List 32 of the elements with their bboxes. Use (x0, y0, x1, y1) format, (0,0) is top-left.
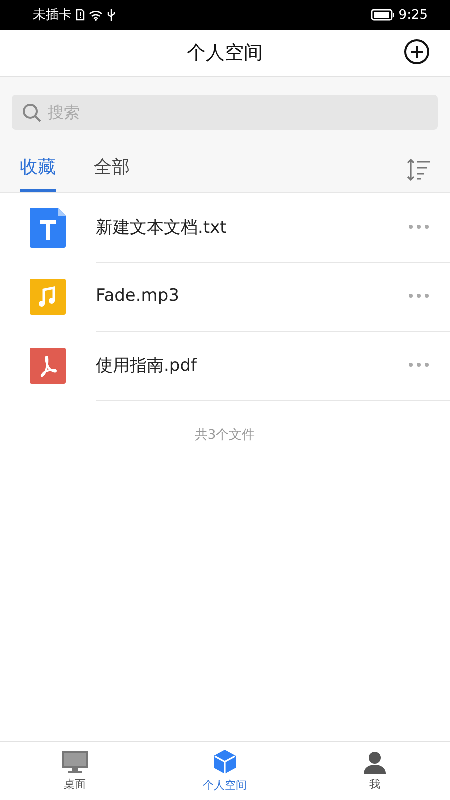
nav-item[interactable]: 桌面 (0, 742, 150, 800)
search-field[interactable]: 搜索 (12, 95, 438, 130)
file-row[interactable]: 使用指南.pdf (0, 331, 450, 400)
battery-icon (370, 9, 395, 21)
person-icon (363, 750, 387, 774)
file-name: 使用指南.pdf (96, 354, 197, 376)
tab[interactable]: 全部 (94, 155, 130, 192)
tab[interactable]: 收藏 (20, 155, 56, 192)
sim-card-icon (76, 9, 85, 21)
file-name: Fade.mp3 (96, 286, 180, 306)
text-file-icon (30, 208, 66, 248)
more-button[interactable] (408, 224, 430, 230)
usb-icon (107, 9, 116, 21)
page-title: 个人空间 (187, 41, 263, 66)
more-button[interactable] (408, 362, 430, 368)
carrier-text: 未插卡 (33, 7, 72, 24)
nav-item[interactable]: 我 (300, 742, 450, 800)
wifi-icon (89, 10, 103, 20)
nav-item[interactable]: 个人空间 (150, 742, 300, 800)
more-button[interactable] (408, 293, 430, 299)
add-button[interactable] (404, 39, 430, 65)
sort-button[interactable] (406, 158, 432, 182)
file-row[interactable]: Fade.mp3 (0, 262, 450, 331)
file-count-text: 共3个文件 (194, 427, 256, 444)
cube-icon (212, 749, 238, 775)
monitor-icon (61, 750, 89, 774)
file-row[interactable]: 新建文本文档.txt (0, 193, 450, 262)
search-icon (22, 103, 42, 123)
clock-text: 9:25 (398, 8, 428, 22)
file-name: 新建文本文档.txt (96, 216, 227, 238)
music-note-icon (30, 278, 66, 314)
pdf-file-icon (30, 348, 66, 384)
